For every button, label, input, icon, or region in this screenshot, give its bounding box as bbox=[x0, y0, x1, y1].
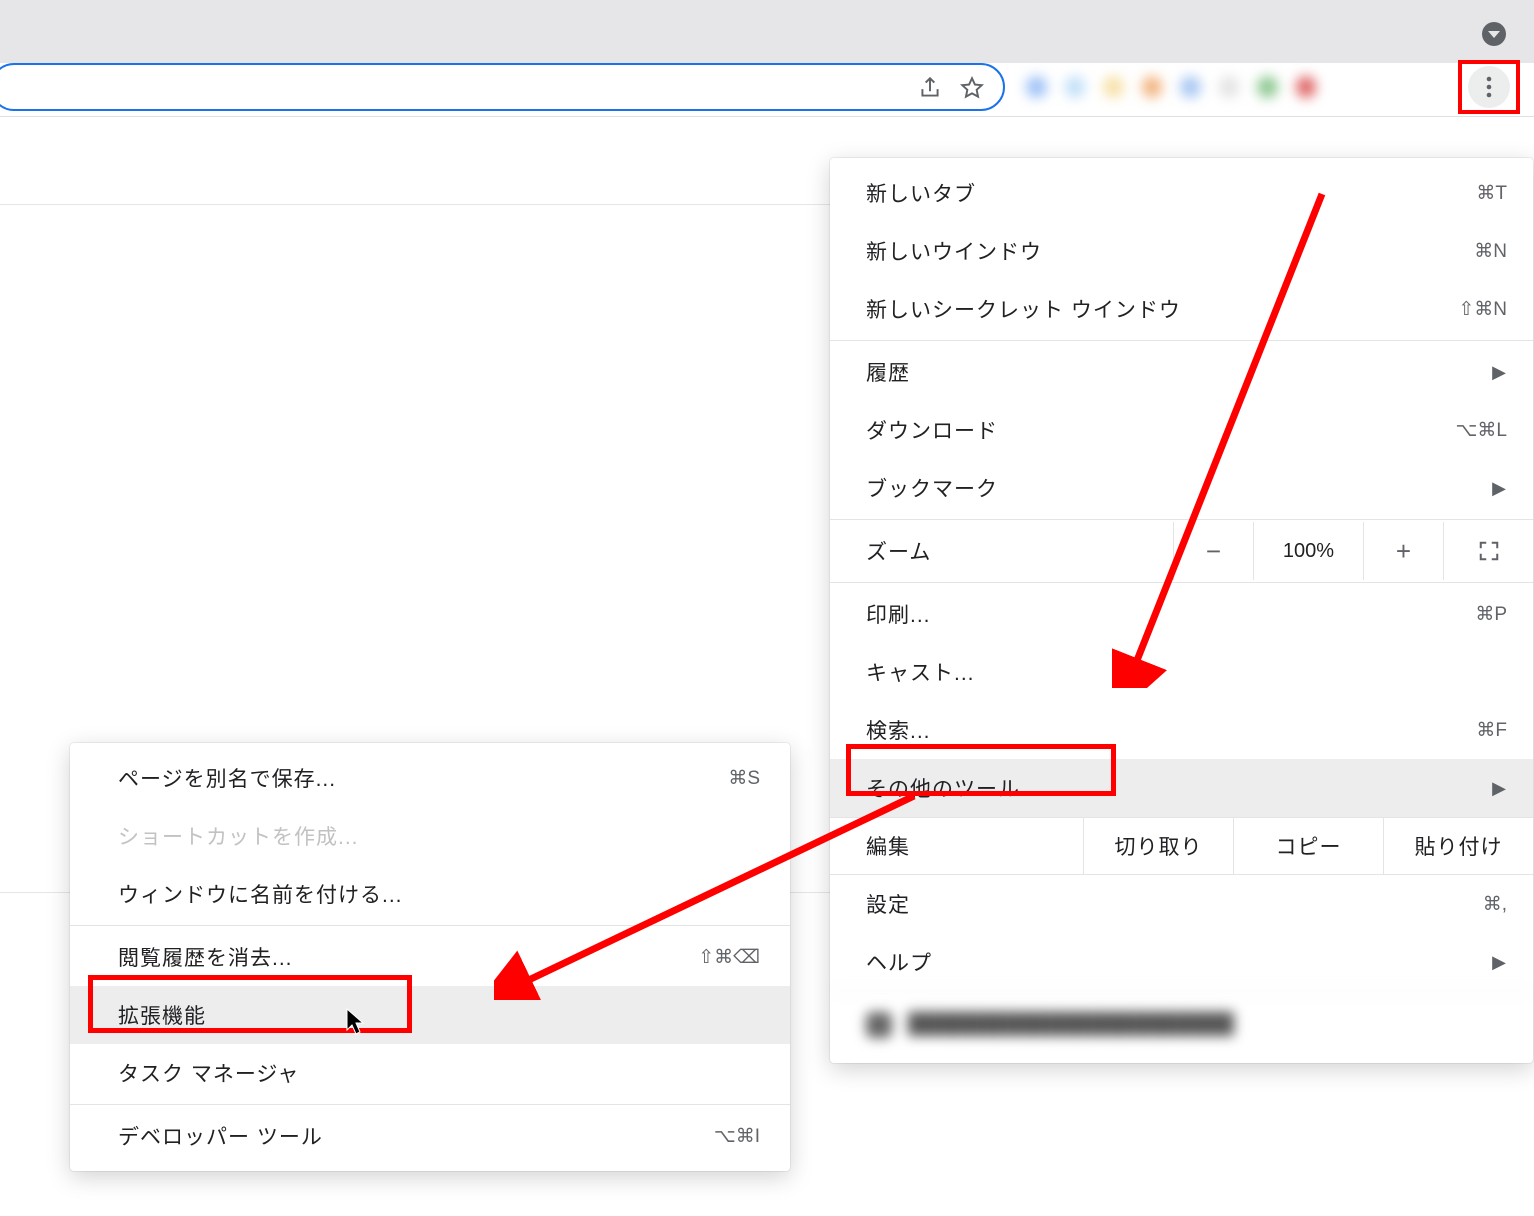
menu-item-bookmarks[interactable]: ブックマーク ▶ bbox=[830, 459, 1533, 517]
menu-label: 印刷... bbox=[866, 599, 1475, 629]
tab-strip bbox=[0, 0, 1534, 63]
browser-toolbar bbox=[0, 63, 1534, 117]
menu-label: 編集 bbox=[866, 831, 910, 861]
menu-label: 履歴 bbox=[866, 357, 1488, 387]
menu-separator bbox=[70, 925, 790, 926]
edit-copy-button[interactable]: コピー bbox=[1233, 818, 1383, 874]
menu-footer-text: ███████████████████████ bbox=[908, 1013, 1234, 1036]
menu-shortcut: ⌘T bbox=[1476, 182, 1507, 205]
submenu-chevron-icon: ▶ bbox=[1492, 778, 1507, 799]
menu-separator bbox=[830, 340, 1533, 341]
menu-shortcut: ⌘N bbox=[1474, 240, 1507, 263]
menu-label: ショートカットを作成... bbox=[118, 821, 760, 851]
menu-shortcut: ⌥⌘L bbox=[1456, 419, 1507, 442]
menu-label: 拡張機能 bbox=[118, 1000, 760, 1030]
menu-shortcut: ⌥⌘I bbox=[714, 1125, 760, 1148]
menu-item-zoom: ズーム − 100% + bbox=[830, 522, 1533, 580]
menu-label: ヘルプ bbox=[866, 947, 1488, 977]
menu-label: その他のツール bbox=[866, 773, 1488, 803]
menu-item-new-incognito[interactable]: 新しいシークレット ウインドウ ⇧⌘N bbox=[830, 280, 1533, 338]
menu-shortcut: ⌘S bbox=[728, 767, 760, 790]
submenu-item-extensions[interactable]: 拡張機能 bbox=[70, 986, 790, 1044]
zoom-out-button[interactable]: − bbox=[1173, 522, 1253, 580]
menu-item-new-tab[interactable]: 新しいタブ ⌘T bbox=[830, 164, 1533, 222]
tab-overflow-dropdown-icon[interactable] bbox=[1482, 22, 1506, 46]
menu-item-find[interactable]: 検索... ⌘F bbox=[830, 701, 1533, 759]
menu-label: ダウンロード bbox=[866, 415, 1456, 445]
submenu-item-clear-browsing[interactable]: 閲覧履歴を消去... ⇧⌘⌫ bbox=[70, 928, 790, 986]
chrome-menu-button[interactable] bbox=[1468, 66, 1510, 108]
submenu-chevron-icon: ▶ bbox=[1492, 952, 1507, 973]
menu-item-edit: 編集 切り取り コピー 貼り付け bbox=[830, 817, 1533, 875]
menu-item-new-window[interactable]: 新しいウインドウ ⌘N bbox=[830, 222, 1533, 280]
menu-footer-icon bbox=[866, 1012, 892, 1038]
submenu-chevron-icon: ▶ bbox=[1492, 362, 1507, 383]
share-icon[interactable] bbox=[917, 75, 943, 101]
edit-paste-button[interactable]: 貼り付け bbox=[1383, 818, 1533, 874]
menu-item-print[interactable]: 印刷... ⌘P bbox=[830, 585, 1533, 643]
address-bar[interactable] bbox=[0, 63, 1005, 111]
menu-shortcut: ⌘, bbox=[1483, 893, 1507, 916]
menu-footer-blurred: ███████████████████████ bbox=[830, 991, 1533, 1057]
submenu-item-dev-tools[interactable]: デベロッパー ツール ⌥⌘I bbox=[70, 1107, 790, 1165]
menu-separator bbox=[830, 519, 1533, 520]
menu-shortcut: ⌘P bbox=[1475, 603, 1507, 626]
menu-item-history[interactable]: 履歴 ▶ bbox=[830, 343, 1533, 401]
menu-label: 設定 bbox=[866, 889, 1483, 919]
menu-item-downloads[interactable]: ダウンロード ⌥⌘L bbox=[830, 401, 1533, 459]
menu-label: デベロッパー ツール bbox=[118, 1121, 714, 1151]
submenu-item-task-manager[interactable]: タスク マネージャ bbox=[70, 1044, 790, 1102]
submenu-item-save-as[interactable]: ページを別名で保存... ⌘S bbox=[70, 749, 790, 807]
submenu-item-name-window[interactable]: ウィンドウに名前を付ける... bbox=[70, 865, 790, 923]
menu-item-cast[interactable]: キャスト... bbox=[830, 643, 1533, 701]
menu-label: タスク マネージャ bbox=[118, 1058, 760, 1088]
menu-label: 閲覧履歴を消去... bbox=[118, 942, 698, 972]
menu-label: キャスト... bbox=[866, 657, 1507, 687]
menu-separator bbox=[830, 582, 1533, 583]
menu-label: 新しいタブ bbox=[866, 178, 1476, 208]
submenu-item-create-shortcut: ショートカットを作成... bbox=[70, 807, 790, 865]
menu-label: ブックマーク bbox=[866, 473, 1488, 503]
menu-label: 検索... bbox=[866, 715, 1476, 745]
extension-icons-blurred bbox=[1026, 69, 1316, 105]
menu-shortcut: ⌘F bbox=[1476, 719, 1507, 742]
menu-shortcut: ⇧⌘N bbox=[1458, 298, 1507, 321]
fullscreen-button[interactable] bbox=[1443, 522, 1533, 580]
more-tools-submenu: ページを別名で保存... ⌘S ショートカットを作成... ウィンドウに名前を付… bbox=[70, 743, 790, 1171]
zoom-in-button[interactable]: + bbox=[1363, 522, 1443, 580]
menu-label: 新しいウインドウ bbox=[866, 236, 1474, 266]
chrome-main-menu: 新しいタブ ⌘T 新しいウインドウ ⌘N 新しいシークレット ウインドウ ⇧⌘N… bbox=[830, 158, 1533, 1063]
bookmark-star-icon[interactable] bbox=[959, 75, 985, 101]
menu-item-more-tools[interactable]: その他のツール ▶ bbox=[830, 759, 1533, 817]
menu-item-help[interactable]: ヘルプ ▶ bbox=[830, 933, 1533, 991]
menu-shortcut: ⇧⌘⌫ bbox=[698, 946, 760, 969]
menu-item-settings[interactable]: 設定 ⌘, bbox=[830, 875, 1533, 933]
edit-cut-button[interactable]: 切り取り bbox=[1083, 818, 1233, 874]
menu-label: ページを別名で保存... bbox=[118, 763, 728, 793]
menu-label: 新しいシークレット ウインドウ bbox=[866, 294, 1458, 324]
menu-label: ズーム bbox=[866, 536, 931, 566]
zoom-value: 100% bbox=[1253, 522, 1363, 580]
menu-label: ウィンドウに名前を付ける... bbox=[118, 879, 760, 909]
menu-separator bbox=[70, 1104, 790, 1105]
submenu-chevron-icon: ▶ bbox=[1492, 478, 1507, 499]
